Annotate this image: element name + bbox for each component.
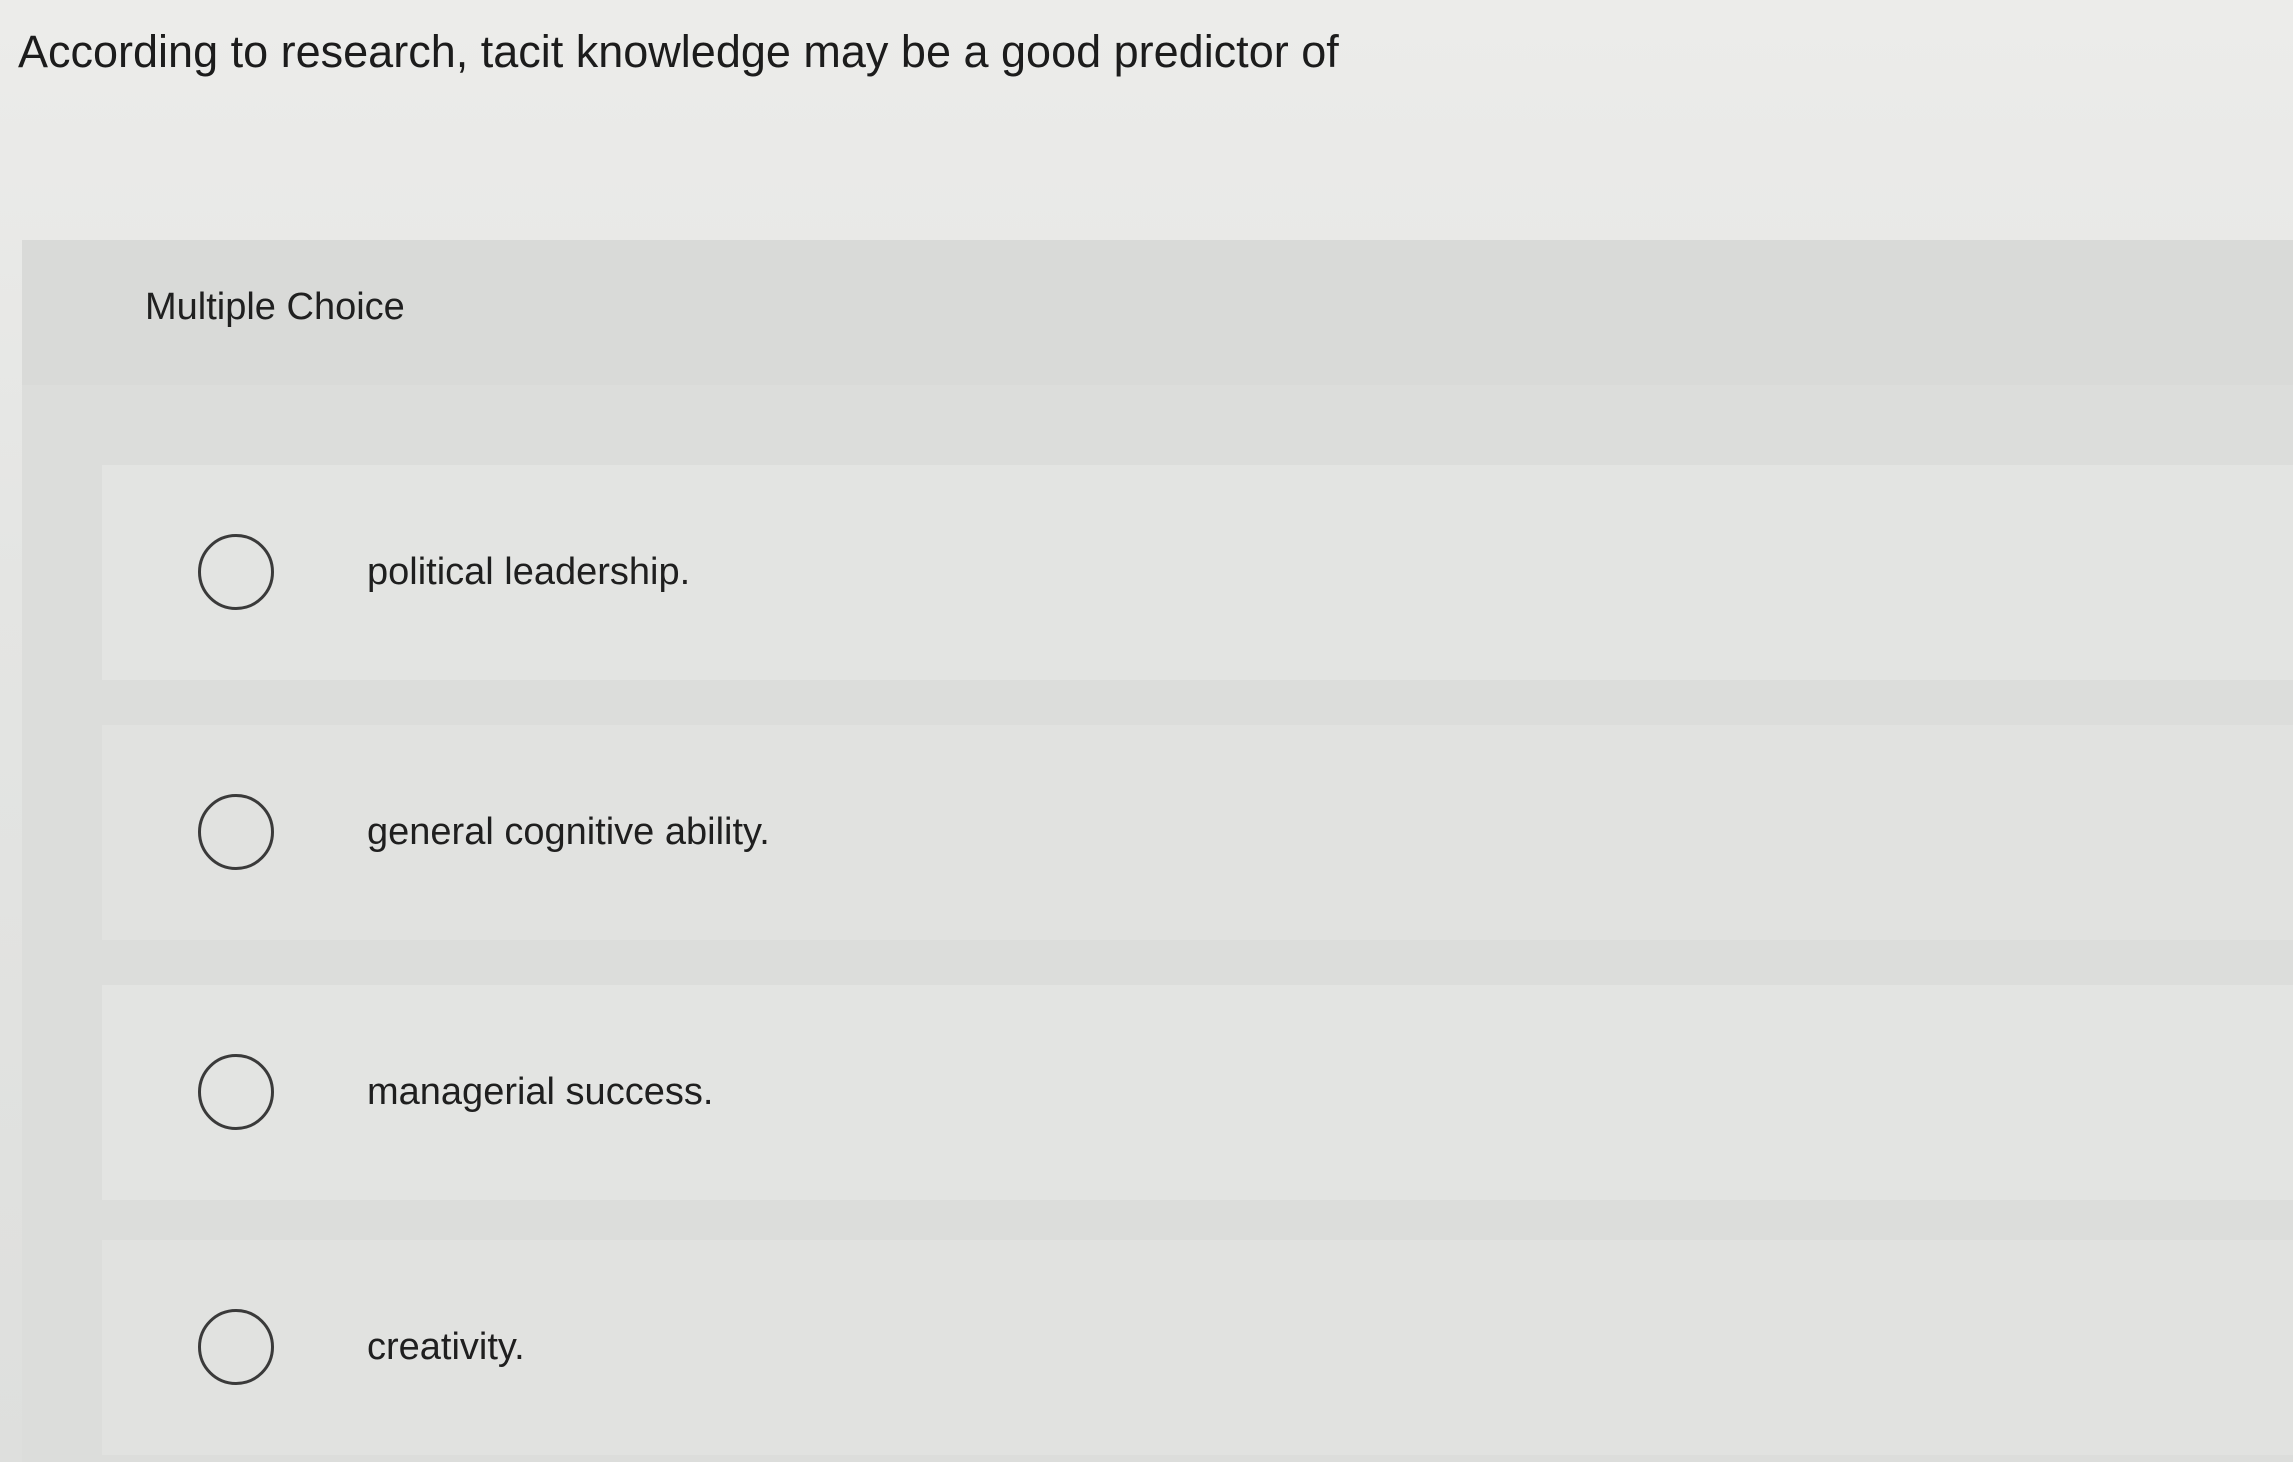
answer-option-label: political leadership.: [367, 551, 691, 593]
answer-option-label: general cognitive ability.: [367, 811, 770, 853]
answer-option-label: managerial success.: [367, 1071, 714, 1113]
multiple-choice-panel: Multiple Choice political leadership. ge…: [22, 240, 2293, 1462]
multiple-choice-header: Multiple Choice: [22, 240, 2293, 385]
answer-option-2[interactable]: general cognitive ability.: [102, 725, 2293, 940]
radio-button-icon[interactable]: [198, 794, 274, 870]
question-text: According to research, tacit knowledge m…: [18, 26, 1339, 77]
answer-option-1[interactable]: political leadership.: [102, 465, 2293, 680]
answer-option-4[interactable]: creativity.: [102, 1240, 2293, 1455]
radio-button-icon[interactable]: [198, 1054, 274, 1130]
answer-option-label: creativity.: [367, 1326, 525, 1368]
radio-button-icon[interactable]: [198, 1309, 274, 1385]
answer-option-3[interactable]: managerial success.: [102, 985, 2293, 1200]
radio-button-icon[interactable]: [198, 534, 274, 610]
multiple-choice-label: Multiple Choice: [145, 286, 405, 328]
